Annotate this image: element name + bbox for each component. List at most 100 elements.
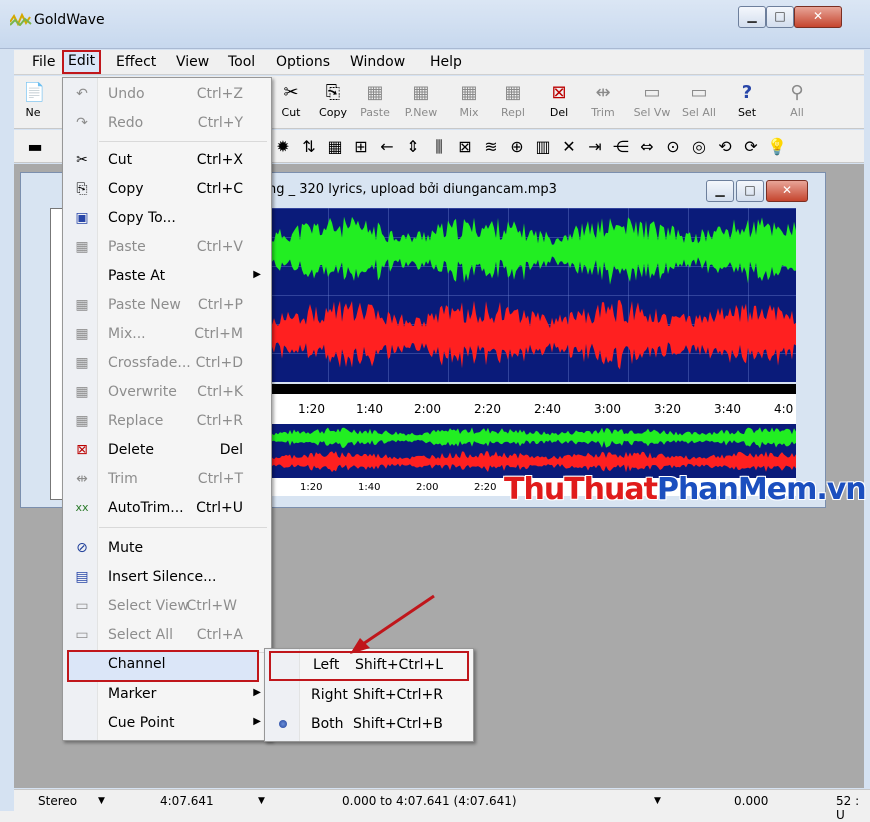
menu-item-delete[interactable]: ⊠ Delete Del: [63, 436, 271, 465]
effect-zoom-icon[interactable]: ◎: [688, 136, 710, 158]
doc-close-button[interactable]: ✕: [766, 180, 808, 202]
menu-item-cue-point[interactable]: Cue Point ▶: [63, 709, 271, 738]
mix-button[interactable]: ▦ Mix: [450, 80, 488, 124]
paste-icon: ▦: [75, 239, 89, 255]
status-selection: 0.000 to 4:07.641 (4:07.641): [342, 794, 517, 808]
effect-zoom-in-icon[interactable]: ⊙: [662, 136, 684, 158]
menu-item-mix[interactable]: ▦ Mix... Ctrl+M: [63, 320, 271, 349]
effect-echo-icon[interactable]: ⇥: [584, 136, 606, 158]
effect-grid-icon[interactable]: ▦: [324, 136, 346, 158]
redo-icon: ↷: [76, 115, 88, 131]
effect-fade-icon[interactable]: ⋲: [610, 136, 632, 158]
effect-volume-icon[interactable]: ⇕: [402, 136, 424, 158]
menu-item-channel[interactable]: Channel: [67, 650, 259, 682]
delete-button[interactable]: ⊠ Del: [540, 80, 578, 124]
cut-button[interactable]: ✂ Cut: [272, 80, 310, 124]
effect-gear-icon[interactable]: ✹: [272, 136, 294, 158]
menu-item-paste-at[interactable]: Paste At ▶: [63, 262, 271, 291]
menu-edit[interactable]: Edit: [62, 50, 102, 74]
effect-spectrum-icon[interactable]: ▥: [532, 136, 554, 158]
channel-right[interactable]: Right Shift+Ctrl+R: [265, 681, 473, 710]
effect-expand-icon[interactable]: ⊞: [350, 136, 372, 158]
menu-item-label: Paste At: [108, 268, 166, 284]
trim-button[interactable]: ⇹ Trim: [584, 80, 622, 124]
select-view-icon: ▭: [75, 598, 89, 614]
timeline-tick: 1:40: [356, 402, 383, 416]
menu-item-paste-new[interactable]: ▦ Paste New Ctrl+P: [63, 291, 271, 320]
menu-item-label: Insert Silence...: [108, 569, 217, 585]
menu-tool[interactable]: Tool: [224, 52, 259, 72]
close-button[interactable]: ✕: [794, 6, 842, 28]
doc-maximize-button[interactable]: □: [736, 180, 764, 202]
effect-loop-icon[interactable]: ⟳: [740, 136, 762, 158]
menu-item-replace[interactable]: ▦ Replace Ctrl+R: [63, 407, 271, 436]
copy-label: Copy: [319, 106, 347, 119]
zoom-all-button[interactable]: ⚲ All: [778, 80, 816, 124]
menu-item-select-view[interactable]: ▭ Select View Ctrl+W: [63, 592, 271, 621]
menu-item-paste[interactable]: ▦ Paste Ctrl+V: [63, 233, 271, 262]
menu-options[interactable]: Options: [272, 52, 334, 72]
menu-window[interactable]: Window: [346, 52, 409, 72]
menu-item-shortcut: Del: [219, 442, 243, 458]
effect-arrow-left-icon[interactable]: ←: [376, 136, 398, 158]
maximize-button[interactable]: □: [766, 6, 794, 28]
status-selection-dropdown-icon[interactable]: ▼: [654, 796, 661, 806]
select-all-button[interactable]: ▭ Sel All: [678, 80, 720, 124]
select-view-button[interactable]: ▭ Sel Vw: [630, 80, 674, 124]
menu-item-redo[interactable]: ↷ Redo Ctrl+Y: [63, 109, 271, 138]
replace-label: Repl: [501, 106, 525, 119]
new-button[interactable]: 📄 Ne: [14, 80, 52, 124]
waveform-view[interactable]: [268, 208, 796, 382]
menu-item-copy-to[interactable]: ▣ Copy To...: [63, 204, 271, 233]
overview-right-wave: [268, 451, 796, 473]
status-mode[interactable]: Stereo: [38, 794, 77, 808]
effect-mix-icon[interactable]: ⊠: [454, 136, 476, 158]
minimize-button[interactable]: ▁: [738, 6, 766, 28]
volume-icon[interactable]: ▬: [24, 136, 46, 158]
doc-minimize-button[interactable]: ▁: [706, 180, 734, 202]
menu-item-mute[interactable]: ⊘ Mute: [63, 534, 271, 563]
menu-view[interactable]: View: [172, 52, 213, 72]
menu-item-cut[interactable]: ✂ Cut Ctrl+X: [63, 146, 271, 175]
effect-bars-icon[interactable]: ⫼: [428, 136, 450, 158]
effect-bulb-icon[interactable]: 💡: [766, 136, 788, 158]
menu-item-label: Delete: [108, 442, 154, 458]
menu-item-insert-silence[interactable]: ▤ Insert Silence...: [63, 563, 271, 592]
effect-reverse-icon[interactable]: ✕: [558, 136, 580, 158]
trim-label: Trim: [591, 106, 615, 119]
menu-item-marker[interactable]: Marker ▶: [63, 680, 271, 709]
status-length-dropdown-icon[interactable]: ▼: [258, 796, 265, 806]
title-bar: GoldWave ▁ □ ✕: [0, 0, 870, 49]
menu-file[interactable]: File: [28, 52, 59, 72]
menu-item-label: Select View: [108, 598, 189, 614]
menu-item-trim[interactable]: ⇹ Trim Ctrl+T: [63, 465, 271, 494]
replace-button[interactable]: ▦ Repl: [494, 80, 532, 124]
insert-silence-icon: ▤: [75, 569, 89, 585]
paste-new-button[interactable]: ▦ P.New: [402, 80, 440, 124]
effect-filter-icon[interactable]: ≋: [480, 136, 502, 158]
timeline-tick: 2:40: [534, 402, 561, 416]
channel-both[interactable]: Both Shift+Ctrl+B: [265, 710, 473, 739]
menu-item-label: Channel: [108, 656, 166, 672]
overview-plot: [268, 427, 796, 473]
menu-item-copy[interactable]: ⎘ Copy Ctrl+C: [63, 175, 271, 204]
effect-noise-icon[interactable]: ⊕: [506, 136, 528, 158]
effect-pitch-icon[interactable]: ⇅: [298, 136, 320, 158]
status-mode-dropdown-icon[interactable]: ▼: [98, 796, 105, 806]
menu-effect[interactable]: Effect: [112, 52, 160, 72]
effect-compress-icon[interactable]: ⇔: [636, 136, 658, 158]
menu-item-select-all[interactable]: ▭ Select All Ctrl+A: [63, 621, 271, 650]
copy-button[interactable]: ⎘ Copy: [314, 80, 352, 124]
menu-item-undo[interactable]: ↶ Undo Ctrl+Z: [63, 80, 271, 109]
mute-icon: ⊘: [76, 540, 88, 556]
menu-item-overwrite[interactable]: ▦ Overwrite Ctrl+K: [63, 378, 271, 407]
set-button[interactable]: ? Set: [728, 80, 766, 124]
menu-item-autotrim[interactable]: xx AutoTrim... Ctrl+U: [63, 494, 271, 523]
menu-help[interactable]: Help: [426, 52, 466, 72]
effect-time-icon[interactable]: ⟲: [714, 136, 736, 158]
menu-item-crossfade[interactable]: ▦ Crossfade... Ctrl+D: [63, 349, 271, 378]
timeline-tick: 2:20: [474, 402, 501, 416]
paste-button[interactable]: ▦ Paste: [356, 80, 394, 124]
copy-icon: ⎘: [76, 181, 88, 197]
overview-waveform[interactable]: [268, 424, 796, 478]
